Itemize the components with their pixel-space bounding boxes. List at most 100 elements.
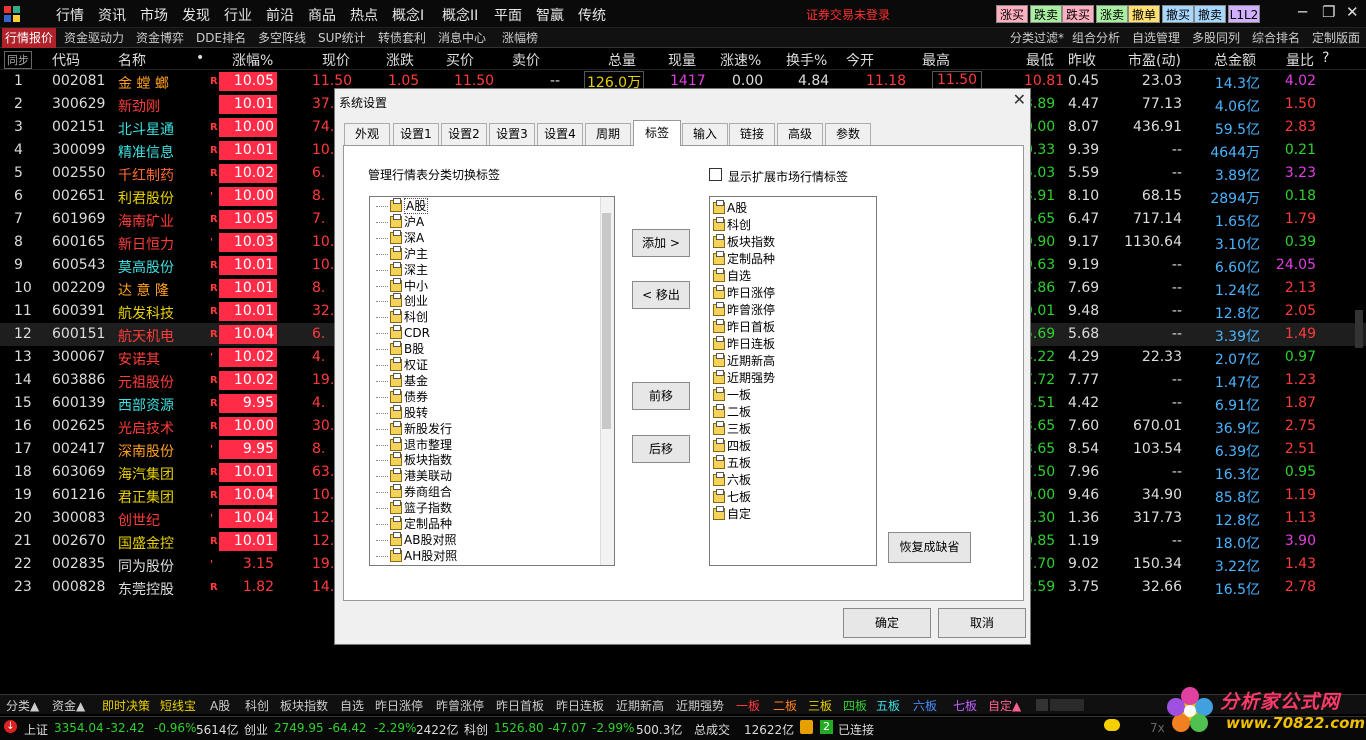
bottom-tab[interactable]: 自定▲	[988, 697, 1021, 714]
available-label-item[interactable]: 退市整理	[376, 436, 452, 453]
stock-name[interactable]: 利君股份	[118, 188, 174, 208]
selected-label-item[interactable]: 六板	[713, 472, 751, 488]
bottom-tab[interactable]: 二板	[773, 697, 797, 714]
stock-code[interactable]: 002625	[52, 418, 105, 434]
stock-name[interactable]: 精准信息	[118, 142, 174, 162]
stock-code[interactable]: 600151	[52, 326, 105, 342]
trade-button[interactable]: 涨买	[996, 5, 1028, 23]
stock-code[interactable]: 002081	[52, 73, 105, 89]
bottom-tab-scroll-icon[interactable]	[1036, 699, 1048, 711]
available-label-item[interactable]: A股	[376, 198, 429, 214]
stock-code[interactable]: 002651	[52, 188, 105, 204]
selected-label-item[interactable]: 四板	[713, 438, 751, 454]
cy-index-label[interactable]: 创业	[244, 721, 268, 738]
tab-right-4[interactable]: 综合排名	[1252, 30, 1300, 46]
bottom-tab[interactable]: 近期新高	[616, 697, 664, 714]
tab-right-1[interactable]: 组合分析	[1072, 30, 1120, 46]
column-header[interactable]: 总量	[608, 50, 636, 70]
settings-tab[interactable]: 设置1	[393, 123, 439, 145]
column-header[interactable]: 涨幅%	[232, 50, 273, 70]
minimize-icon[interactable]: ─	[1298, 3, 1307, 21]
stock-name[interactable]: 新日恒力	[118, 234, 174, 254]
selected-label-item[interactable]: 昨日涨停	[713, 285, 775, 301]
column-header[interactable]: 今开	[846, 50, 874, 70]
stock-code[interactable]: 300067	[52, 349, 105, 365]
bottom-tab[interactable]: 昨日涨停	[375, 697, 423, 714]
stock-name[interactable]: 光启技术	[118, 418, 174, 438]
column-header[interactable]: 总金额	[1214, 50, 1256, 70]
trade-button[interactable]: L1L2	[1228, 5, 1260, 23]
settings-tab[interactable]: 参数	[825, 123, 871, 145]
sh-index-label[interactable]: 上证	[24, 721, 48, 738]
bottom-tab[interactable]: 四板	[843, 697, 867, 714]
stock-name[interactable]: 同为股份	[118, 556, 174, 576]
available-label-item[interactable]: 科创	[376, 309, 428, 325]
extended-market-label[interactable]: 显示扩展市场行情标签	[728, 168, 848, 185]
column-header[interactable]: 买价	[446, 50, 474, 70]
stock-code[interactable]: 300083	[52, 510, 105, 526]
cancel-button[interactable]: 取消	[938, 608, 1026, 638]
stock-code[interactable]: 601216	[52, 487, 105, 503]
selected-label-item[interactable]: 自定	[713, 506, 751, 522]
column-header[interactable]: 涨跌	[386, 50, 414, 70]
column-header[interactable]: 卖价	[512, 50, 540, 70]
stock-name[interactable]: 北斗星通	[118, 119, 174, 139]
settings-tab[interactable]: 外观	[344, 123, 390, 145]
selected-label-item[interactable]: 昨日连板	[713, 336, 775, 352]
column-header[interactable]: 市盈(动)	[1128, 50, 1181, 70]
stock-name[interactable]: 海汽集团	[118, 464, 174, 484]
maximize-icon[interactable]: ❐	[1322, 3, 1335, 21]
available-labels-list[interactable]: A股 沪A 深A 沪主 深主 中小 创业 科创 CDR B股 权证 基金 债券 股转 新股发行 退市整理 板块指…	[369, 196, 615, 566]
selected-label-item[interactable]: 昨曾涨停	[713, 302, 775, 318]
stock-code[interactable]: 601969	[52, 211, 105, 227]
selected-label-item[interactable]: 昨日首板	[713, 319, 775, 335]
topmenu-item[interactable]: 概念I	[392, 5, 424, 25]
bottom-tab[interactable]: 昨日首板	[496, 697, 544, 714]
column-header[interactable]: 量比	[1286, 50, 1314, 70]
topmenu-item[interactable]: 热点	[350, 5, 378, 25]
stock-name[interactable]: 航发科技	[118, 303, 174, 323]
stock-code[interactable]: 600139	[52, 395, 105, 411]
add-button[interactable]: 添加 >	[632, 229, 690, 257]
topmenu-item[interactable]: 传统	[578, 5, 606, 25]
stock-name[interactable]: 西部资源	[118, 395, 174, 415]
bottom-tab-scrollbar[interactable]	[1050, 699, 1084, 711]
stock-code[interactable]: 600543	[52, 257, 105, 273]
tab-right-2[interactable]: 自选管理	[1132, 30, 1180, 46]
tab-right-0[interactable]: 分类过滤*	[1010, 30, 1064, 46]
selected-label-item[interactable]: 七板	[713, 489, 751, 505]
available-label-item[interactable]: 定制品种	[376, 516, 452, 532]
available-label-item[interactable]: 深主	[376, 261, 428, 278]
login-status[interactable]: 证券交易未登录	[806, 6, 890, 23]
bottom-tab[interactable]: 分类▲	[6, 697, 39, 714]
ok-button[interactable]: 确定	[843, 608, 931, 638]
stock-code[interactable]: 002550	[52, 165, 105, 181]
column-header[interactable]: 代码	[52, 50, 80, 70]
stock-code[interactable]: 300629	[52, 96, 105, 112]
column-header[interactable]: 最低	[1026, 50, 1054, 70]
available-label-item[interactable]: 深A	[376, 229, 424, 246]
available-label-item[interactable]: AH股对照	[376, 547, 457, 564]
available-label-item[interactable]: 基金	[376, 372, 428, 389]
tab-7[interactable]: 消息中心	[438, 30, 486, 46]
selected-label-item[interactable]: 近期新高	[713, 353, 775, 369]
selected-label-item[interactable]: 二板	[713, 404, 751, 420]
side-scroll-handle[interactable]	[1355, 310, 1363, 348]
stock-code[interactable]: 002151	[52, 119, 105, 135]
settings-tab[interactable]: 设置3	[489, 123, 535, 145]
column-header[interactable]: 名称	[118, 50, 146, 70]
available-label-item[interactable]: 债券	[376, 388, 428, 405]
tab-0[interactable]: 行情报价	[2, 28, 57, 48]
settings-tab[interactable]: 高级	[777, 123, 823, 145]
available-label-item[interactable]: 中小	[376, 277, 428, 294]
bottom-tab[interactable]: 板块指数	[280, 697, 328, 714]
column-header[interactable]: ?	[1322, 50, 1329, 66]
bottom-tab[interactable]: 资金▲	[52, 697, 85, 714]
topmenu-item[interactable]: 智赢	[536, 5, 564, 25]
tab-right-5[interactable]: 定制版面	[1312, 30, 1360, 46]
settings-tab[interactable]: 输入	[682, 123, 728, 145]
selected-label-item[interactable]: 五板	[713, 455, 751, 471]
bottom-tab[interactable]: A股	[210, 697, 230, 714]
trade-button[interactable]: 涨卖	[1096, 5, 1128, 23]
bottom-tab[interactable]: 昨日连板	[556, 697, 604, 714]
